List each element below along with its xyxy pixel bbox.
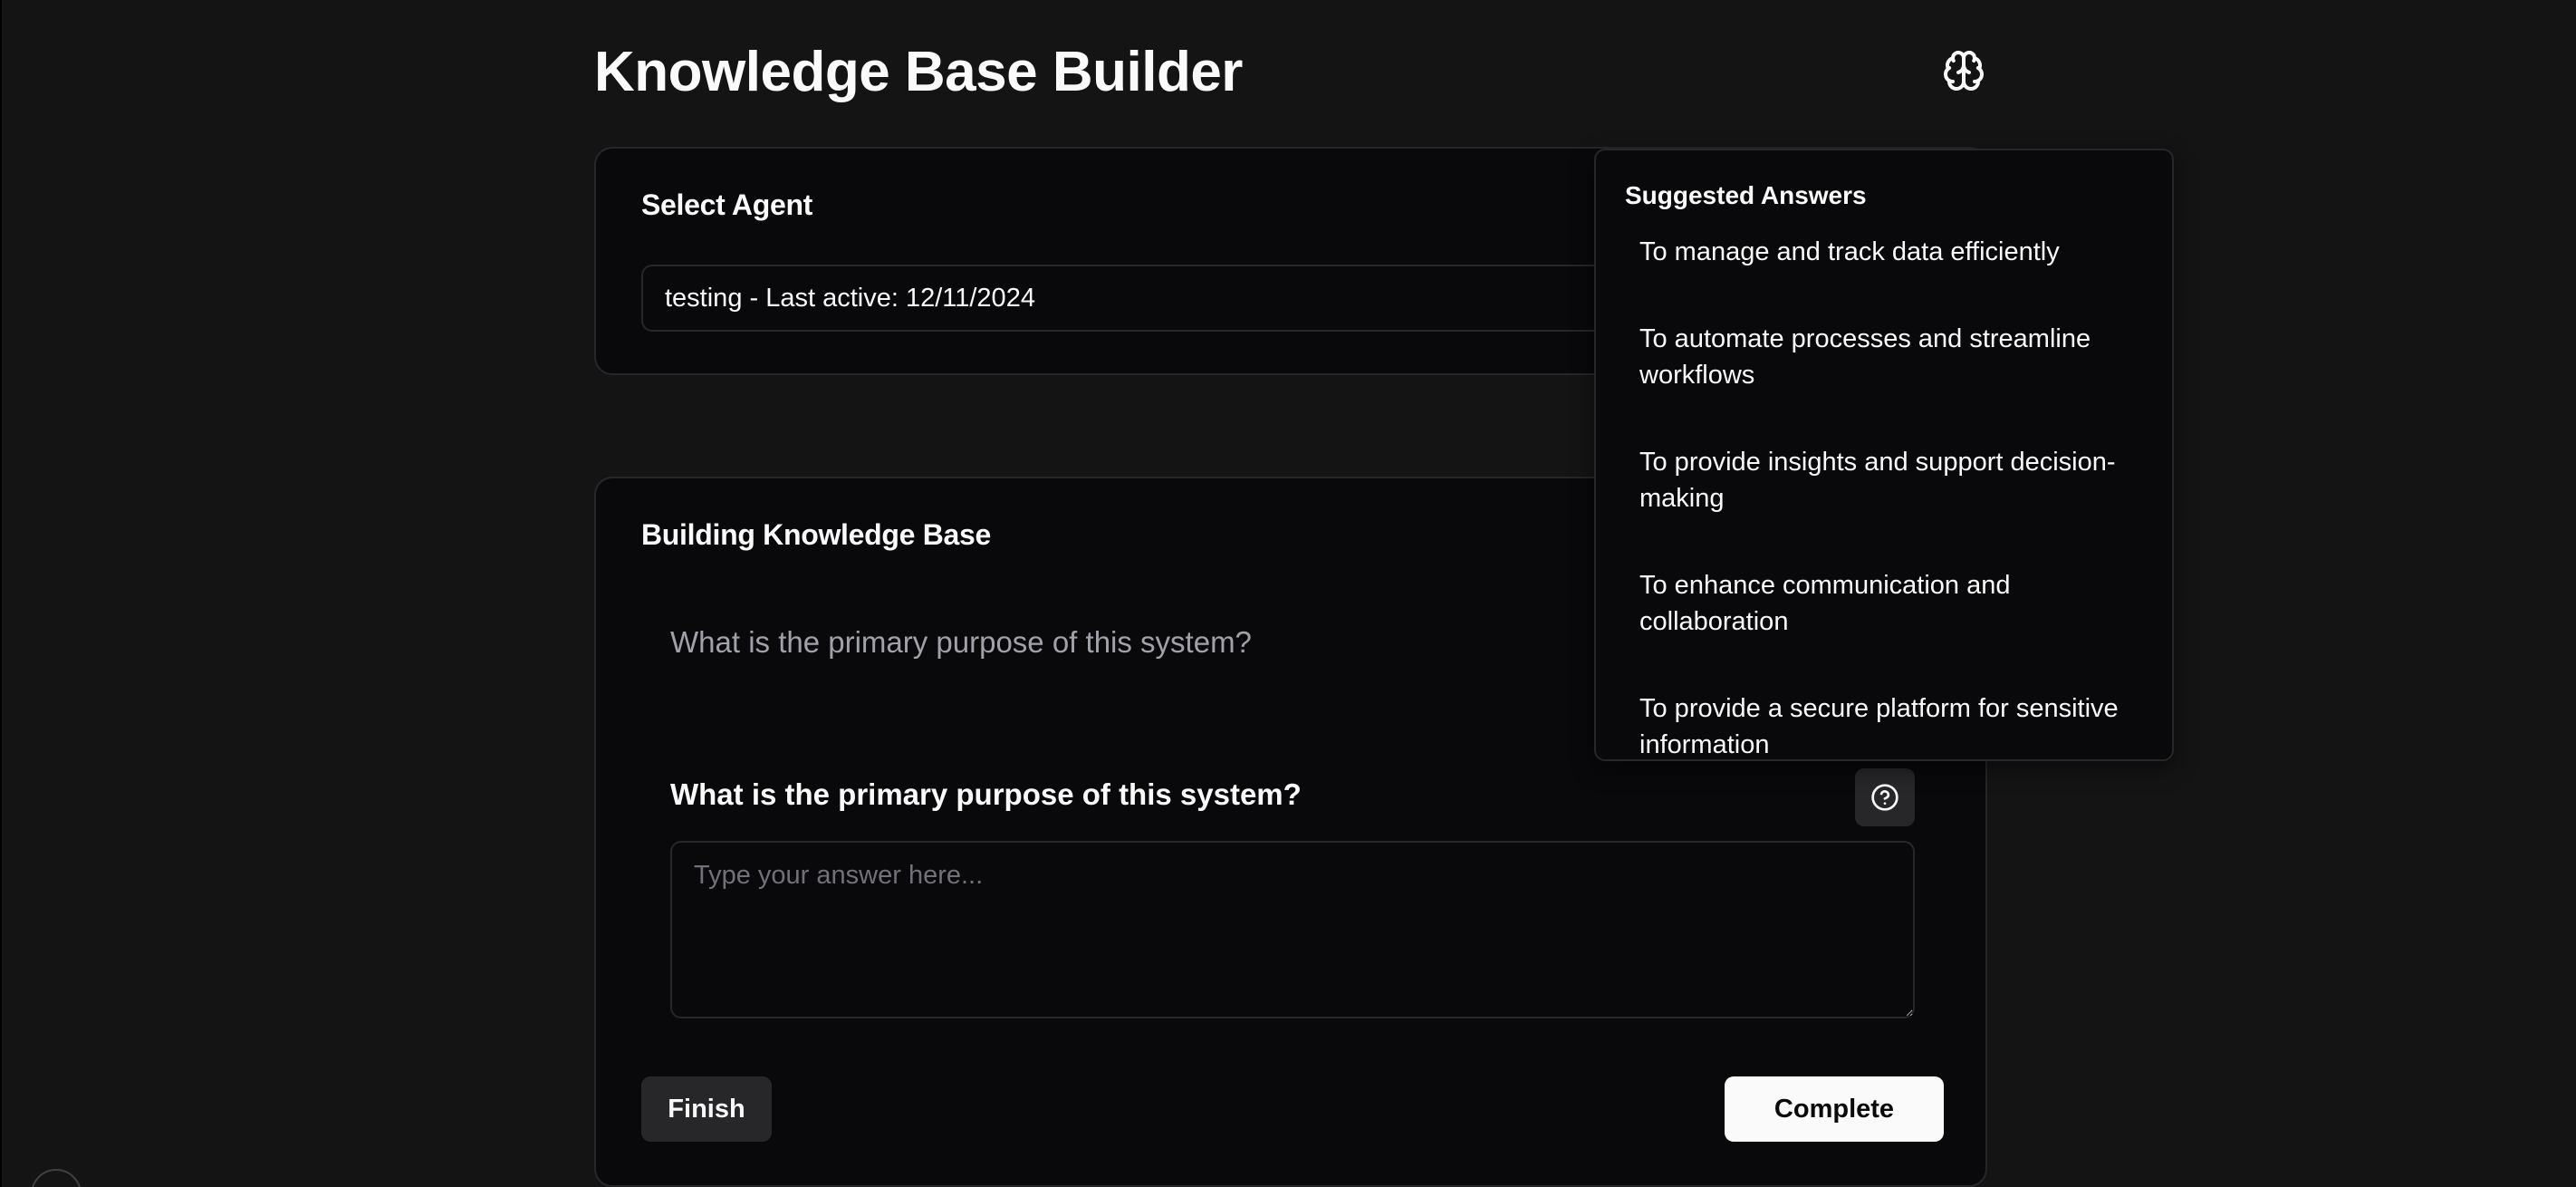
knowledge-toggle-button[interactable] [1938, 42, 1989, 100]
suggestion-item[interactable]: To provide insights and support decision… [1610, 437, 2158, 524]
question-label: What is the primary purpose of this syst… [670, 777, 1302, 811]
suggestion-item[interactable]: To provide a secure platform for sensiti… [1610, 683, 2158, 770]
window-edge [0, 0, 2, 1187]
finish-button[interactable]: Finish [641, 1076, 772, 1142]
answer-textarea[interactable] [670, 841, 1915, 1018]
brain-icon [1944, 51, 1984, 91]
page: Knowledge Base Builder Select Agent test… [0, 0, 2576, 1187]
question-preview: What is the primary purpose of this syst… [670, 625, 1252, 659]
complete-button[interactable]: Complete [1725, 1076, 1944, 1142]
knowledge-base-title: Building Knowledge Base [641, 518, 992, 551]
suggestion-item[interactable]: To enhance communication and collaborati… [1610, 560, 2158, 647]
corner-toggle-button[interactable] [31, 1169, 82, 1187]
suggested-answers-title: Suggested Answers [1625, 181, 1867, 209]
suggested-answers-popover: Suggested Answers To manage and track da… [1594, 149, 2174, 761]
select-agent-title: Select Agent [641, 188, 813, 221]
page-title: Knowledge Base Builder [594, 41, 1243, 103]
suggestion-list: To manage and track data efficiently To … [1610, 227, 2158, 806]
suggestion-item[interactable]: To automate processes and streamline wor… [1610, 314, 2158, 400]
suggestion-item[interactable]: To manage and track data efficiently [1610, 227, 2158, 277]
agent-select-value: testing - Last active: 12/11/2024 [665, 283, 1035, 313]
